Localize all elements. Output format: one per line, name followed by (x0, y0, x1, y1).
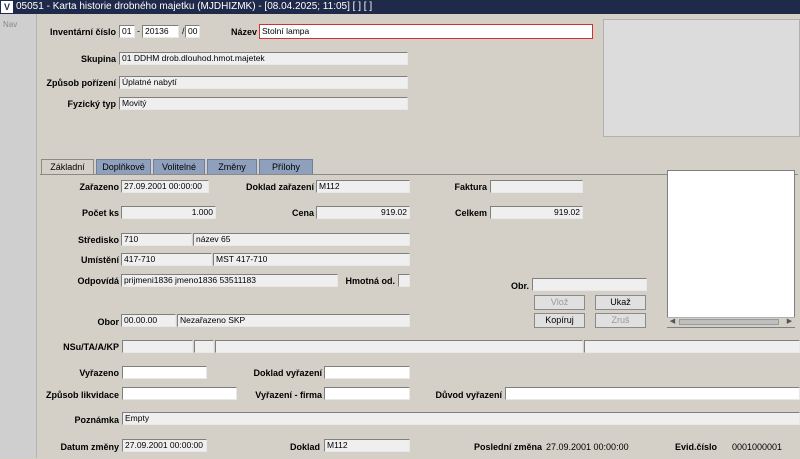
odpovida-label: Odpovídá (77, 276, 119, 286)
evid-cislo-value: 0001000001 (732, 442, 783, 452)
horizontal-scrollbar[interactable]: ◀ ▶ (667, 317, 795, 327)
ukaz-button[interactable]: Ukaž (595, 295, 646, 310)
tab-zakladni[interactable]: Základní (41, 159, 94, 175)
fyzicky-typ-label: Fyzický typ (67, 99, 116, 109)
zarazeno-field[interactable]: 27.09.2001 00:00:00 (121, 180, 209, 193)
nsu-label: NSu/TA/A/KP (63, 342, 119, 352)
skupina-label: Skupina (80, 54, 116, 64)
navigator-strip[interactable]: Nav (0, 14, 37, 458)
tab-doplnkove[interactable]: Doplňkové (96, 159, 151, 174)
inv-part2-field[interactable]: 20136 (142, 25, 179, 38)
datum-zmeny-field[interactable]: 27.09.2001 00:00:00 (122, 439, 207, 452)
image-preview-box (603, 19, 800, 137)
celkem-field[interactable]: 919.02 (490, 206, 583, 219)
zpusob-likvidace-label: Způsob likvidace (45, 390, 119, 400)
inv-part3-field[interactable]: 00 (185, 25, 200, 38)
umisteni-code-field[interactable]: 417-710 (121, 253, 212, 266)
zpusob-porizeni-field[interactable]: Úplatné nabytí (119, 76, 408, 89)
cena-field[interactable]: 919.02 (316, 206, 410, 219)
tab-prilohy[interactable]: Přílohy (259, 159, 313, 174)
posledni-zmena-value: 27.09.2001 00:00:00 (546, 442, 629, 452)
scroll-left-icon[interactable]: ◀ (668, 318, 677, 326)
inv-label: Inventární číslo (49, 27, 116, 37)
app-icon: V (1, 1, 13, 13)
evid-cislo-label: Evid.číslo (674, 442, 717, 452)
hmotna-od-field[interactable] (398, 274, 410, 287)
obr-field[interactable] (532, 278, 647, 291)
inv-sep1: - (137, 26, 140, 36)
scroll-right-icon[interactable]: ▶ (785, 318, 794, 326)
kp-field[interactable] (584, 340, 800, 353)
doklad-zarazeni-field[interactable]: M112 (316, 180, 410, 193)
window-title: 05051 - Karta historie drobného majetku … (16, 1, 373, 12)
poznamka-label: Poznámka (74, 415, 119, 425)
doklad-vyrazeni-field[interactable] (324, 366, 410, 379)
duvod-vyrazeni-field[interactable] (505, 387, 800, 400)
datum-zmeny-label: Datum změny (60, 442, 119, 452)
doklad-label: Doklad (289, 442, 320, 452)
vloz-button[interactable]: Vlož (534, 295, 585, 310)
skupina-field[interactable]: 01 DDHM drob.dlouhod.hmot.majetek (119, 52, 408, 65)
hmotna-od-label: Hmotná od. (345, 276, 396, 286)
umisteni-name-field[interactable]: MST 417-710 (213, 253, 410, 266)
vyrazeni-firma-field[interactable] (324, 387, 410, 400)
image-list-box[interactable] (667, 170, 795, 328)
zrus-button[interactable]: Zruš (595, 313, 646, 328)
nazev-label: Název (230, 27, 257, 37)
pocet-ks-label: Počet ks (81, 208, 119, 218)
vyrazeno-label: Vyřazeno (79, 368, 119, 378)
obor-name-field[interactable]: Nezařazeno SKP (177, 314, 410, 327)
doklad-vyrazeni-label: Doklad vyřazení (253, 368, 322, 378)
a-field[interactable] (215, 340, 583, 353)
scroll-thumb[interactable] (679, 319, 779, 325)
posledni-zmena-label: Poslední změna (473, 442, 542, 452)
faktura-field[interactable] (490, 180, 583, 193)
tab-zmeny[interactable]: Změny (207, 159, 257, 174)
inv-part1-field[interactable]: 01 (119, 25, 135, 38)
nsu-field[interactable] (122, 340, 193, 353)
cena-label: Cena (291, 208, 314, 218)
doklad-zarazeni-label: Doklad zařazení (245, 182, 314, 192)
umisteni-label: Umístění (80, 255, 119, 265)
zpusob-porizeni-label: Způsob pořízení (46, 78, 117, 88)
obr-label: Obr. (510, 281, 529, 291)
stredisko-label: Středisko (77, 235, 119, 245)
vyrazeno-field[interactable] (122, 366, 207, 379)
faktura-label: Faktura (454, 182, 487, 192)
odpovida-field[interactable]: prijmeni1836 jmeno1836 53511183 (121, 274, 338, 287)
obor-label: Obor (97, 317, 120, 327)
celkem-label: Celkem (454, 208, 487, 218)
vyrazeni-firma-label: Vyřazení - firma (255, 390, 322, 400)
poznamka-field[interactable]: Empty (122, 412, 800, 425)
fyzicky-typ-field[interactable]: Movitý (119, 97, 408, 110)
title-bar: V 05051 - Karta historie drobného majetk… (0, 0, 800, 14)
stredisko-name-field[interactable]: název 65 (193, 233, 410, 246)
ta-field[interactable] (194, 340, 214, 353)
kopiruj-button[interactable]: Kopíruj (534, 313, 585, 328)
navigator-label[interactable]: Nav (3, 20, 17, 29)
pocet-ks-field[interactable]: 1.000 (121, 206, 216, 219)
zpusob-likvidace-field[interactable] (122, 387, 237, 400)
stredisko-code-field[interactable]: 710 (121, 233, 192, 246)
doklad-field[interactable]: M112 (324, 439, 410, 452)
duvod-vyrazeni-label: Důvod vyřazení (435, 390, 502, 400)
main-form: Inventární číslo 01 - 20136 / 00 Název S… (37, 14, 800, 458)
tab-volitelne[interactable]: Volitelné (153, 159, 205, 174)
nazev-field[interactable]: Stolní lampa (259, 24, 593, 39)
zarazeno-label: Zařazeno (79, 182, 119, 192)
obor-code-field[interactable]: 00.00.00 (121, 314, 176, 327)
